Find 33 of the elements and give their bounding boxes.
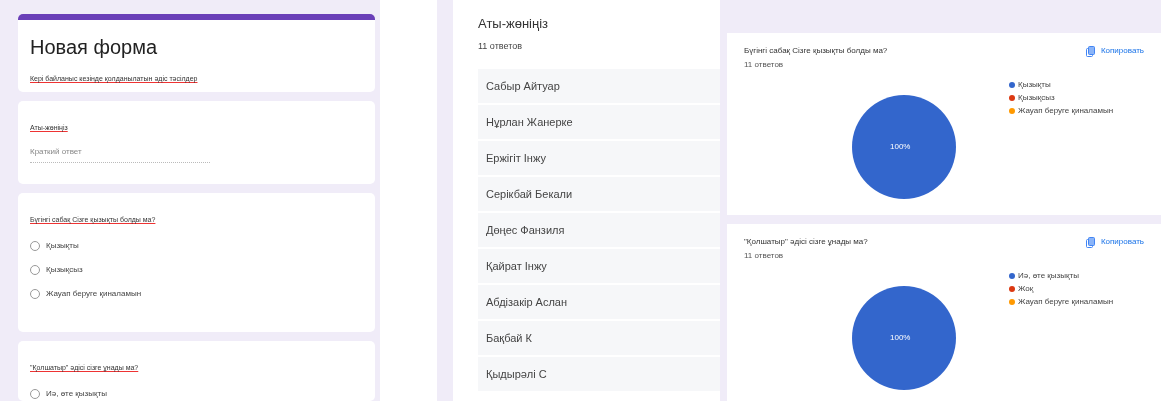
question-title: "Қолшатыр" әдісі сізге ұнады ма? [744,236,868,248]
legend-label: Жауап беруге қиналамын [1018,105,1114,117]
name-answer: Серікбай Бекали [478,177,720,211]
response-count: 11 ответов [478,39,523,53]
response-count: 11 ответов [744,250,785,262]
name-answer: Абдізакір Аслан [478,285,720,319]
option-label: Жауап беруге қиналамын [46,287,142,300]
option-label: Қызықты [46,239,79,252]
option-label: Қызықсыз [46,263,83,276]
copy-button[interactable]: Копировать [1085,45,1144,57]
question-title: Аты-жөніңіз [478,15,550,33]
name-answer: Қайрат Інжу [478,249,720,283]
pie-value-label: 100% [890,141,911,153]
short-answer-field[interactable]: Краткий ответ [30,145,210,163]
name-answer: Ержігіт Інжу [478,141,720,175]
legend-label: Қызықты [1018,79,1051,91]
name-answer: Сабыр Айтуар [478,69,720,103]
legend-label: Жоқ [1018,283,1034,295]
form-title: Новая форма [30,35,159,60]
legend-label: Иә, өте қызықты [1018,270,1079,282]
legend-label: Жауап беруге қиналамын [1018,296,1114,308]
copy-icon [1085,45,1095,57]
question-title: Бүгінгі сабақ Сізге қызықты болды ма? [744,45,888,57]
name-answer: Нұрлан Жанерке [478,105,720,139]
option-label: Иә, өте қызықты [46,387,107,400]
response-count: 11 ответов [744,59,785,71]
name-answer: Қыдырәлі С [478,357,720,391]
name-answer: Дөңес Фанзиля [478,213,720,247]
copy-icon [1085,236,1095,248]
name-answer: Бақбай К [478,321,720,355]
legend-label: Қызықсыз [1018,92,1055,104]
copy-button[interactable]: Копировать [1085,236,1144,248]
pie-value-label: 100% [890,332,911,344]
